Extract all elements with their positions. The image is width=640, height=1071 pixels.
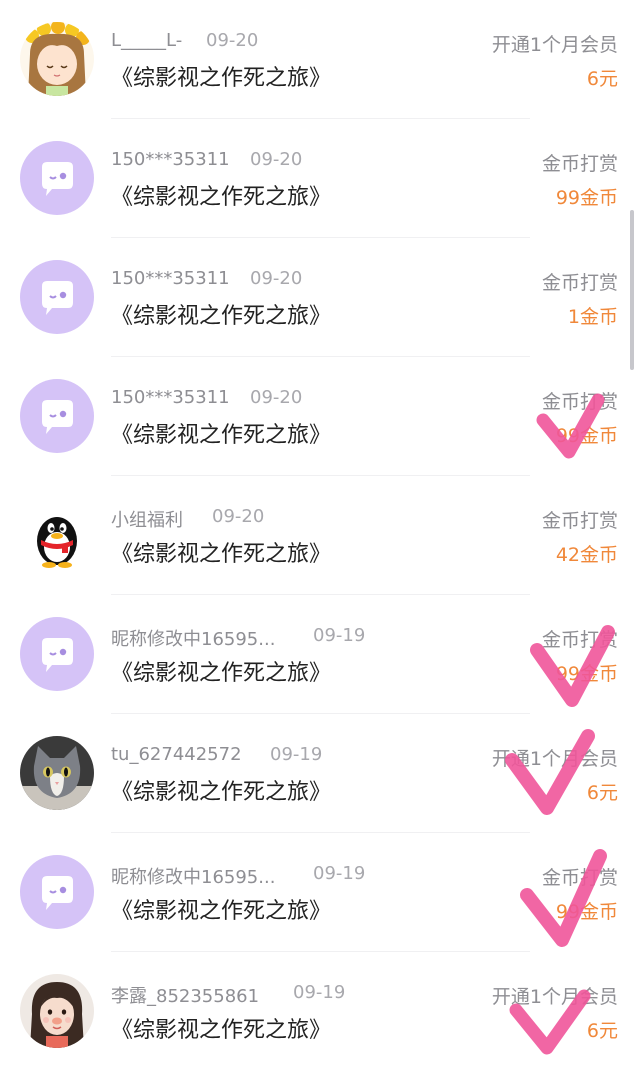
reward-type: 金币打赏 <box>541 391 618 413</box>
list-item[interactable]: L_____L- 09-20 《综影视之作死之旅》 开通1个月会员 6元 <box>0 0 640 119</box>
list-item[interactable]: 小组福利 09-20 《综影视之作死之旅》 金币打赏 42金币 <box>0 476 640 595</box>
book-title: 《综影视之作死之旅》 <box>111 66 332 91</box>
record-date: 09-20 <box>212 506 265 527</box>
default-chat-avatar[interactable] <box>20 855 94 929</box>
cat-photo-avatar[interactable] <box>20 736 94 810</box>
record-date: 09-19 <box>270 744 323 765</box>
list-item[interactable]: 150***35311 09-20 《综影视之作死之旅》 金币打赏 99金币 <box>0 119 640 238</box>
reward-type: 金币打赏 <box>541 867 618 889</box>
record-date: 09-19 <box>313 863 366 884</box>
user-name: tu_627442572 <box>111 744 242 765</box>
record-date: 09-20 <box>250 387 303 408</box>
user-name: 昵称修改中16595... <box>111 867 276 888</box>
reward-amount: 99金币 <box>555 663 618 685</box>
reward-amount: 1金币 <box>567 306 618 328</box>
record-date: 09-20 <box>250 149 303 170</box>
reward-amount: 42金币 <box>555 544 618 566</box>
reward-amount: 99金币 <box>555 901 618 923</box>
reward-type: 开通1个月会员 <box>491 34 618 56</box>
user-name: 小组福利 <box>111 510 183 531</box>
list-item[interactable]: 昵称修改中16595... 09-19 《综影视之作死之旅》 金币打赏 99金币 <box>0 595 640 714</box>
reward-amount: 6元 <box>586 68 618 90</box>
default-chat-avatar[interactable] <box>20 260 94 334</box>
book-title: 《综影视之作死之旅》 <box>111 185 332 210</box>
book-title: 《综影视之作死之旅》 <box>111 542 332 567</box>
list-item[interactable]: 昵称修改中16595... 09-19 《综影视之作死之旅》 金币打赏 99金币 <box>0 833 640 952</box>
user-name: 150***35311 <box>111 149 230 170</box>
reward-type: 开通1个月会员 <box>491 748 618 770</box>
list-item[interactable]: 150***35311 09-20 《综影视之作死之旅》 金币打赏 1金币 <box>0 238 640 357</box>
reward-amount: 99金币 <box>555 187 618 209</box>
reward-amount: 99金币 <box>555 425 618 447</box>
cartoon-girl-avatar[interactable] <box>20 22 94 96</box>
reward-type: 金币打赏 <box>541 629 618 651</box>
reward-type: 开通1个月会员 <box>491 986 618 1008</box>
scrollbar[interactable] <box>630 210 634 370</box>
user-name: 150***35311 <box>111 268 230 289</box>
default-chat-avatar[interactable] <box>20 141 94 215</box>
book-title: 《综影视之作死之旅》 <box>111 304 332 329</box>
reward-type: 金币打赏 <box>541 510 618 532</box>
reward-amount: 6元 <box>586 782 618 804</box>
penguin-avatar[interactable] <box>20 498 94 572</box>
user-name: 150***35311 <box>111 387 230 408</box>
book-title: 《综影视之作死之旅》 <box>111 661 332 686</box>
user-name: L_____L- <box>111 30 183 51</box>
record-date: 09-19 <box>313 625 366 646</box>
list-item[interactable]: 李露_852355861 09-19 《综影视之作死之旅》 开通1个月会员 6元 <box>0 952 640 1071</box>
user-name: 李露_852355861 <box>111 986 260 1007</box>
record-date: 09-19 <box>293 982 346 1003</box>
reward-type: 金币打赏 <box>541 272 618 294</box>
book-title: 《综影视之作死之旅》 <box>111 780 332 805</box>
default-chat-avatar[interactable] <box>20 617 94 691</box>
reward-type: 金币打赏 <box>541 153 618 175</box>
user-name: 昵称修改中16595... <box>111 629 276 650</box>
list-item[interactable]: 150***35311 09-20 《综影视之作死之旅》 金币打赏 99金币 <box>0 357 640 476</box>
girl-photo-avatar[interactable] <box>20 974 94 1048</box>
record-date: 09-20 <box>250 268 303 289</box>
record-date: 09-20 <box>206 30 259 51</box>
book-title: 《综影视之作死之旅》 <box>111 899 332 924</box>
list-item[interactable]: tu_627442572 09-19 《综影视之作死之旅》 开通1个月会员 6元 <box>0 714 640 833</box>
book-title: 《综影视之作死之旅》 <box>111 423 332 448</box>
reward-amount: 6元 <box>586 1020 618 1042</box>
default-chat-avatar[interactable] <box>20 379 94 453</box>
book-title: 《综影视之作死之旅》 <box>111 1018 332 1043</box>
